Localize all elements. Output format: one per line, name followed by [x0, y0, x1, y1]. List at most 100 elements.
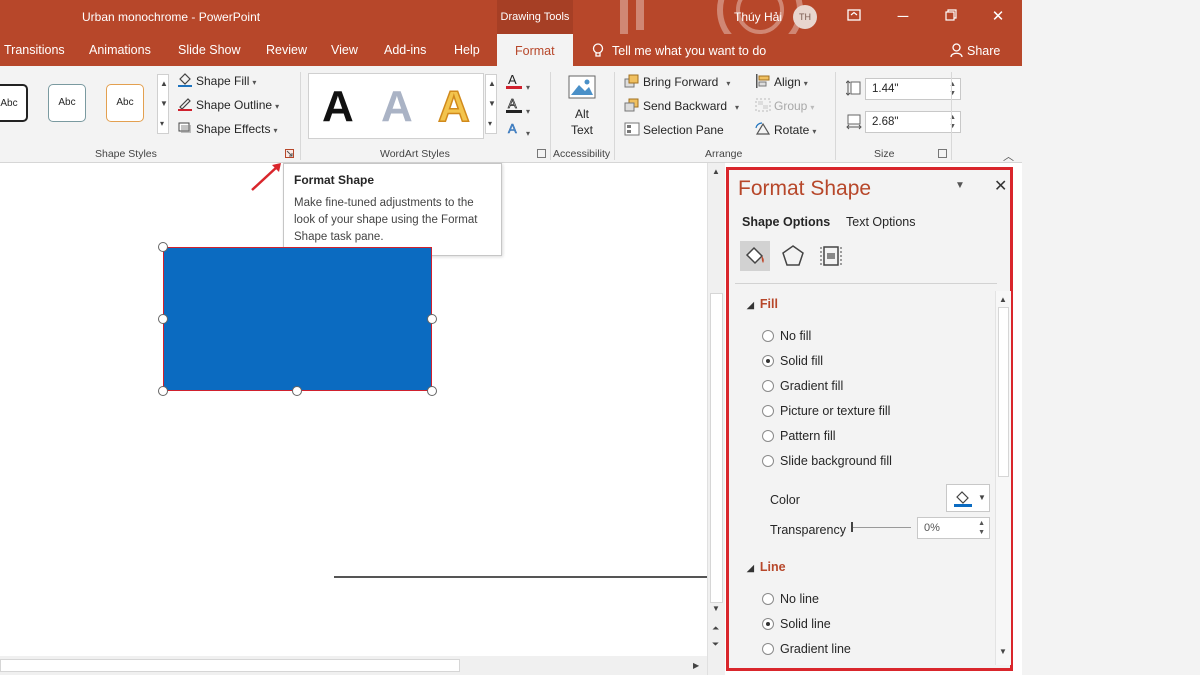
shape-style-orange[interactable]: Abc: [106, 84, 144, 122]
tab-text-options[interactable]: Text Options: [846, 215, 915, 229]
radio-button[interactable]: [762, 330, 774, 342]
transparency-slider-thumb[interactable]: [851, 522, 853, 532]
radio-no-fill[interactable]: No fill: [762, 329, 811, 343]
selected-rectangle-shape[interactable]: [163, 247, 432, 391]
shape-outline-button[interactable]: Shape Outline ▾: [177, 97, 279, 112]
user-name[interactable]: Thúy Hải: [734, 10, 782, 24]
fill-line-tab[interactable]: [740, 241, 770, 271]
shape-height-input[interactable]: 1.44" ▲ ▼: [865, 78, 961, 100]
resize-handle-middle-right[interactable]: [427, 314, 437, 324]
collapse-ribbon-button[interactable]: ︿: [1003, 148, 1014, 164]
wordart-gallery-scroll[interactable]: ▲ ▼ ▾: [485, 74, 497, 134]
next-slide-icon[interactable]: ⏷: [712, 639, 719, 650]
spinner-arrows-icon[interactable]: ▲ ▼: [978, 519, 985, 537]
radio-button[interactable]: [762, 430, 774, 442]
bring-forward-button[interactable]: Bring Forward ▾: [624, 74, 730, 89]
ribbon-display-options-button[interactable]: [843, 6, 865, 28]
restore-button[interactable]: [940, 6, 962, 28]
size-properties-tab[interactable]: [816, 241, 846, 271]
text-effects-button[interactable]: A ▾: [505, 120, 530, 139]
scroll-down-icon[interactable]: ▼: [712, 604, 720, 613]
selection-pane-button[interactable]: Selection Pane: [624, 122, 724, 137]
resize-handle-top-left[interactable]: [158, 242, 168, 252]
radio-button[interactable]: [762, 380, 774, 392]
share-button[interactable]: Share: [950, 43, 1000, 58]
tab-transitions[interactable]: Transitions: [4, 43, 65, 57]
slide-horizontal-scrollbar[interactable]: ▶: [0, 656, 707, 675]
tab-review[interactable]: Review: [266, 43, 307, 57]
pane-scrollbar[interactable]: ▲ ▼: [995, 291, 1011, 665]
fill-section-header[interactable]: ◢ Fill: [747, 297, 778, 311]
tab-add-ins[interactable]: Add-ins: [384, 43, 426, 57]
scroll-up-icon[interactable]: ▲: [712, 167, 720, 176]
rotate-button[interactable]: Rotate ▾: [755, 122, 816, 137]
slide-vertical-scrollbar[interactable]: ▲ ▼ ⏶ ⏷: [707, 163, 725, 675]
close-window-button[interactable]: ✕: [987, 6, 1009, 28]
radio-gradient-line[interactable]: Gradient line: [762, 642, 851, 656]
previous-slide-icon[interactable]: ⏶: [712, 623, 719, 634]
scroll-right-icon[interactable]: ▶: [693, 661, 699, 670]
text-outline-button[interactable]: A ▾: [505, 96, 530, 117]
radio-slide-background-fill[interactable]: Slide background fill: [762, 454, 892, 468]
shape-width-input[interactable]: 2.68" ▲ ▼: [865, 111, 961, 133]
fill-color-picker[interactable]: ▼: [946, 484, 990, 512]
tab-shape-options[interactable]: Shape Options: [742, 215, 830, 229]
radio-button[interactable]: [762, 593, 774, 605]
shape-style-teal[interactable]: Abc: [48, 84, 86, 122]
transparency-slider-track[interactable]: [851, 527, 911, 528]
send-backward-button[interactable]: Send Backward ▾: [624, 98, 739, 113]
format-shape-tooltip: Format Shape Make fine-tuned adjustments…: [283, 163, 502, 256]
radio-no-line[interactable]: No line: [762, 592, 819, 606]
scroll-down-icon[interactable]: ▼: [999, 647, 1007, 656]
size-dialog-launcher[interactable]: [938, 149, 947, 158]
shape-styles-gallery-scroll[interactable]: ▲ ▼ ▾: [157, 74, 169, 134]
vertical-scroll-thumb[interactable]: [710, 293, 723, 603]
user-avatar[interactable]: TH: [793, 5, 817, 29]
minimize-button[interactable]: ─: [892, 6, 914, 28]
align-button[interactable]: Align ▾: [755, 74, 808, 89]
tab-slide-show[interactable]: Slide Show: [178, 43, 241, 57]
ribbon: Abc Abc Abc ▲ ▼ ▾ Shape Fill ▾ Shape Outl…: [0, 66, 1022, 163]
radio-solid-fill[interactable]: Solid fill: [762, 354, 823, 368]
wordart-style-gray[interactable]: A: [381, 82, 413, 132]
pane-scroll-thumb[interactable]: [998, 307, 1009, 477]
shape-style-dark[interactable]: Abc: [0, 84, 28, 122]
radio-solid-line[interactable]: Solid line: [762, 617, 831, 631]
tab-format[interactable]: Format: [497, 34, 573, 68]
alt-text-button[interactable]: Alt Text: [562, 73, 602, 143]
format-shape-pane: Format Shape ▼ ✕ Shape Options Text Opti…: [726, 167, 1013, 671]
resize-handle-middle-left[interactable]: [158, 314, 168, 324]
radio-picture-texture-fill[interactable]: Picture or texture fill: [762, 404, 890, 418]
dropdown-arrow-icon: ▼: [978, 493, 986, 502]
line-section-header[interactable]: ◢ Line: [747, 560, 786, 574]
tab-help[interactable]: Help: [454, 43, 480, 57]
tab-animations[interactable]: Animations: [89, 43, 151, 57]
resize-handle-bottom-left[interactable]: [158, 386, 168, 396]
radio-label: Slide background fill: [780, 454, 892, 468]
radio-pattern-fill[interactable]: Pattern fill: [762, 429, 836, 443]
radio-button[interactable]: [762, 643, 774, 655]
radio-button-selected[interactable]: [762, 355, 774, 367]
wordart-style-black[interactable]: A: [322, 82, 354, 132]
radio-button[interactable]: [762, 405, 774, 417]
text-fill-button[interactable]: A ▾: [505, 72, 530, 93]
radio-gradient-fill[interactable]: Gradient fill: [762, 379, 843, 393]
group-button[interactable]: Group ▾: [755, 98, 814, 113]
format-shape-dialog-launcher[interactable]: [285, 149, 294, 158]
pane-close-button[interactable]: ✕: [994, 176, 1007, 196]
transparency-input[interactable]: 0% ▲ ▼: [917, 517, 990, 539]
resize-handle-bottom-middle[interactable]: [292, 386, 302, 396]
tell-me-search[interactable]: Tell me what you want to do: [592, 43, 766, 58]
wordart-style-gold[interactable]: A: [437, 81, 470, 132]
radio-button-selected[interactable]: [762, 618, 774, 630]
horizontal-scroll-thumb[interactable]: [0, 659, 460, 672]
radio-button[interactable]: [762, 455, 774, 467]
effects-tab[interactable]: [778, 241, 808, 271]
wordart-dialog-launcher[interactable]: [537, 149, 546, 158]
shape-effects-button[interactable]: Shape Effects ▾: [177, 121, 278, 136]
scroll-up-icon[interactable]: ▲: [999, 295, 1007, 304]
pane-options-button[interactable]: ▼: [955, 180, 965, 191]
tab-view[interactable]: View: [331, 43, 358, 57]
shape-fill-button[interactable]: Shape Fill ▾: [177, 73, 256, 88]
resize-handle-bottom-right[interactable]: [427, 386, 437, 396]
